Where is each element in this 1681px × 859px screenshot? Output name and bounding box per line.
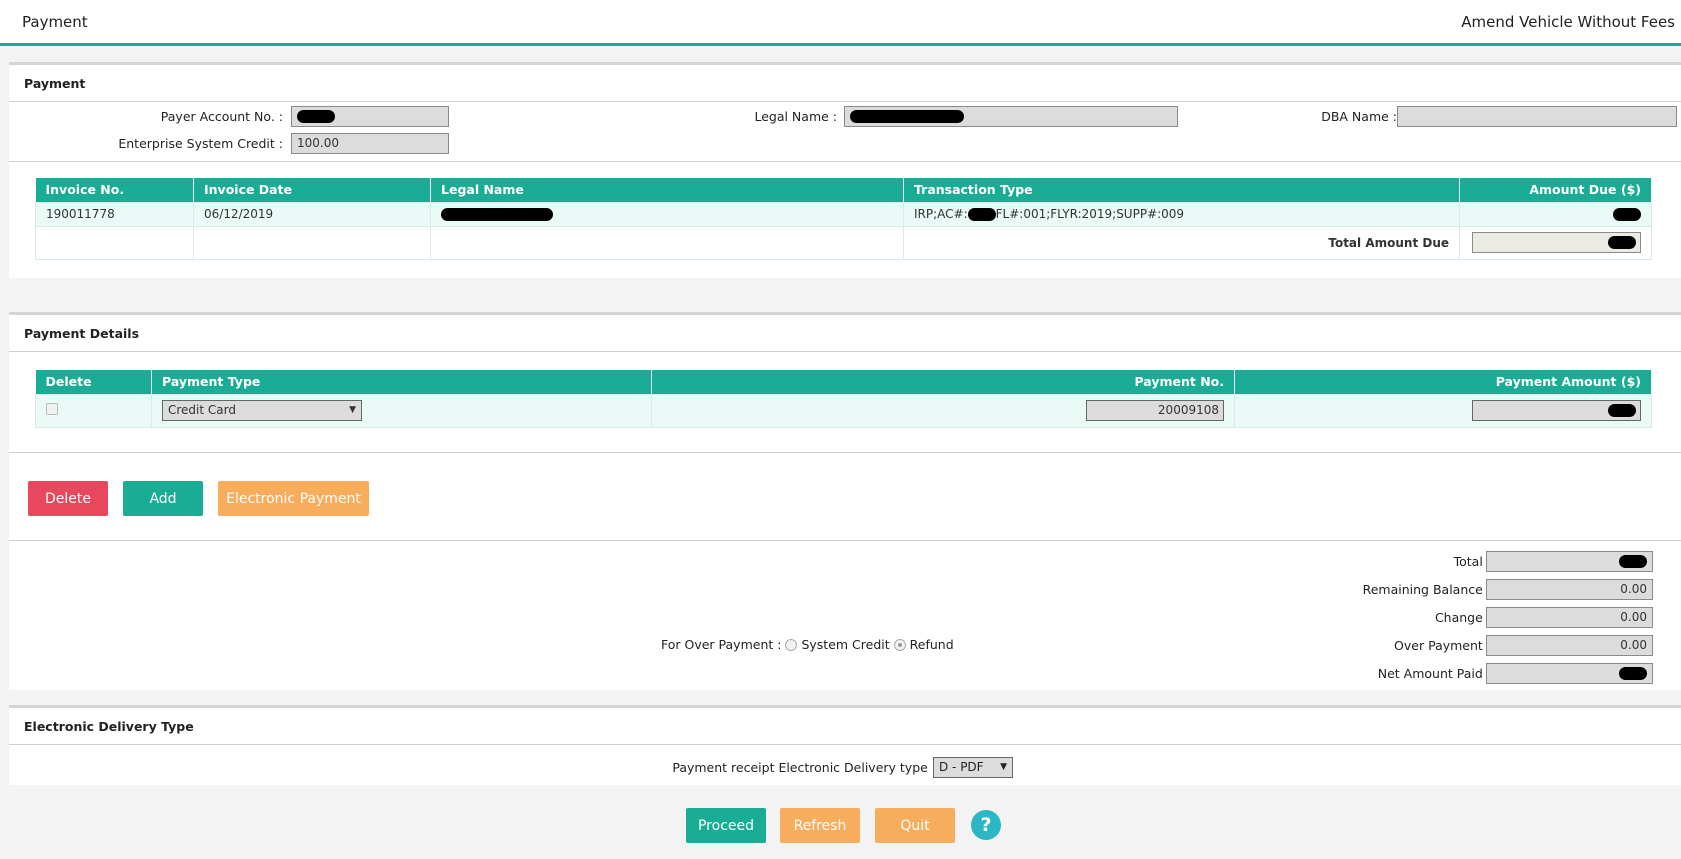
proceed-button[interactable]: Proceed (686, 808, 766, 843)
delivery-panel: Electronic Delivery Type Payment receipt… (9, 705, 1681, 785)
divider (9, 540, 1681, 541)
refund-label: Refund (909, 637, 954, 652)
top-bar: Payment Amend Vehicle Without Fees (0, 0, 1681, 46)
delete-button[interactable]: Delete (28, 481, 108, 516)
payment-type-header: Payment Type (151, 370, 652, 394)
electronic-payment-button[interactable]: Electronic Payment (218, 481, 369, 516)
legal-name-cell (430, 201, 904, 227)
amount-due-header: Amount Due ($) (1459, 178, 1652, 202)
payment-type-select[interactable]: Credit Card ▼ (162, 400, 362, 421)
amount-due-cell (1459, 201, 1652, 227)
legal-name-field[interactable] (844, 106, 1178, 127)
delivery-type-select[interactable]: D - PDF ▼ (933, 757, 1013, 778)
change-label: Change : (1434, 610, 1491, 625)
remaining-balance-field[interactable]: 0.00 (1486, 579, 1653, 600)
payer-account-label: Payer Account No. : (160, 109, 283, 124)
invoice-date-cell: 06/12/2019 (193, 201, 431, 227)
over-payment-options: For Over Payment : System Credit Refund (661, 637, 954, 652)
table-row: Total Amount Due (35, 225, 1652, 260)
caret-down-icon: ▼ (1000, 762, 1007, 772)
table-row: Credit Card ▼ 20009108 (35, 393, 1652, 428)
caret-down-icon: ▼ (349, 405, 356, 415)
over-payment-option-label: For Over Payment : (661, 637, 782, 652)
legal-name-label: Legal Name : (754, 109, 837, 124)
add-button[interactable]: Add (123, 481, 203, 516)
change-field[interactable]: 0.00 (1486, 607, 1653, 628)
over-payment-label: Over Payment : (1394, 638, 1491, 653)
over-payment-field[interactable]: 0.00 (1486, 635, 1653, 656)
transaction-type-header: Transaction Type (903, 178, 1460, 202)
invoice-no-header: Invoice No. (35, 178, 194, 202)
system-credit-label: System Credit (801, 637, 890, 652)
total-amount-due-label: Total Amount Due (903, 225, 1460, 260)
invoice-no-cell: 190011778 (35, 201, 194, 227)
delete-header: Delete (35, 370, 152, 394)
transaction-type-cell: IRP;AC#: FL#:001;FLYR:2019;SUPP#:009 (903, 201, 1460, 227)
help-icon[interactable]: ? (971, 810, 1001, 840)
invoice-table: Invoice No. Invoice Date Legal Name Tran… (35, 178, 1652, 260)
divider (9, 452, 1681, 453)
page-title: Payment (22, 12, 88, 31)
net-amount-paid-label: Net Amount Paid : (1377, 666, 1491, 681)
payment-details-title: Payment Details (9, 315, 1681, 352)
payment-no-field[interactable]: 20009108 (1086, 400, 1224, 421)
total-field[interactable] (1486, 551, 1653, 572)
payment-amount-field[interactable] (1472, 400, 1641, 421)
refresh-button[interactable]: Refresh (780, 808, 860, 843)
payment-details-panel: Payment Details Delete Payment Type Paym… (9, 312, 1681, 690)
legal-name-header: Legal Name (430, 178, 904, 202)
total-amount-due-field[interactable] (1472, 232, 1641, 253)
refund-radio[interactable] (893, 638, 906, 651)
total-label: Total : (1453, 554, 1491, 569)
delete-checkbox[interactable] (46, 403, 58, 415)
system-credit-radio[interactable] (785, 638, 798, 651)
quit-button[interactable]: Quit (875, 808, 955, 843)
payment-panel: Payment Payer Account No. : Legal Name :… (9, 62, 1681, 278)
credit-label: Enterprise System Credit : (118, 136, 283, 151)
payment-panel-title: Payment (9, 65, 1681, 102)
dba-name-label: DBA Name : (1321, 109, 1397, 124)
payer-account-field[interactable] (291, 106, 449, 127)
table-row[interactable]: 190011778 06/12/2019 IRP;AC#: FL#:001;FLY… (35, 201, 1652, 227)
credit-field[interactable]: 100.00 (291, 133, 449, 154)
delivery-type-label: Payment receipt Electronic Delivery type… (672, 760, 936, 775)
payment-no-header: Payment No. (651, 370, 1235, 394)
payment-amount-header: Payment Amount ($) (1234, 370, 1652, 394)
page-subtitle: Amend Vehicle Without Fees (1461, 12, 1675, 31)
delivery-panel-title: Electronic Delivery Type (9, 708, 1681, 745)
remaining-balance-label: Remaining Balance : (1362, 582, 1491, 597)
payment-table: Delete Payment Type Payment No. Payment … (35, 370, 1652, 428)
dba-name-field[interactable] (1397, 106, 1677, 127)
net-amount-paid-field[interactable] (1486, 663, 1653, 684)
invoice-date-header: Invoice Date (193, 178, 431, 202)
divider (9, 161, 1681, 162)
